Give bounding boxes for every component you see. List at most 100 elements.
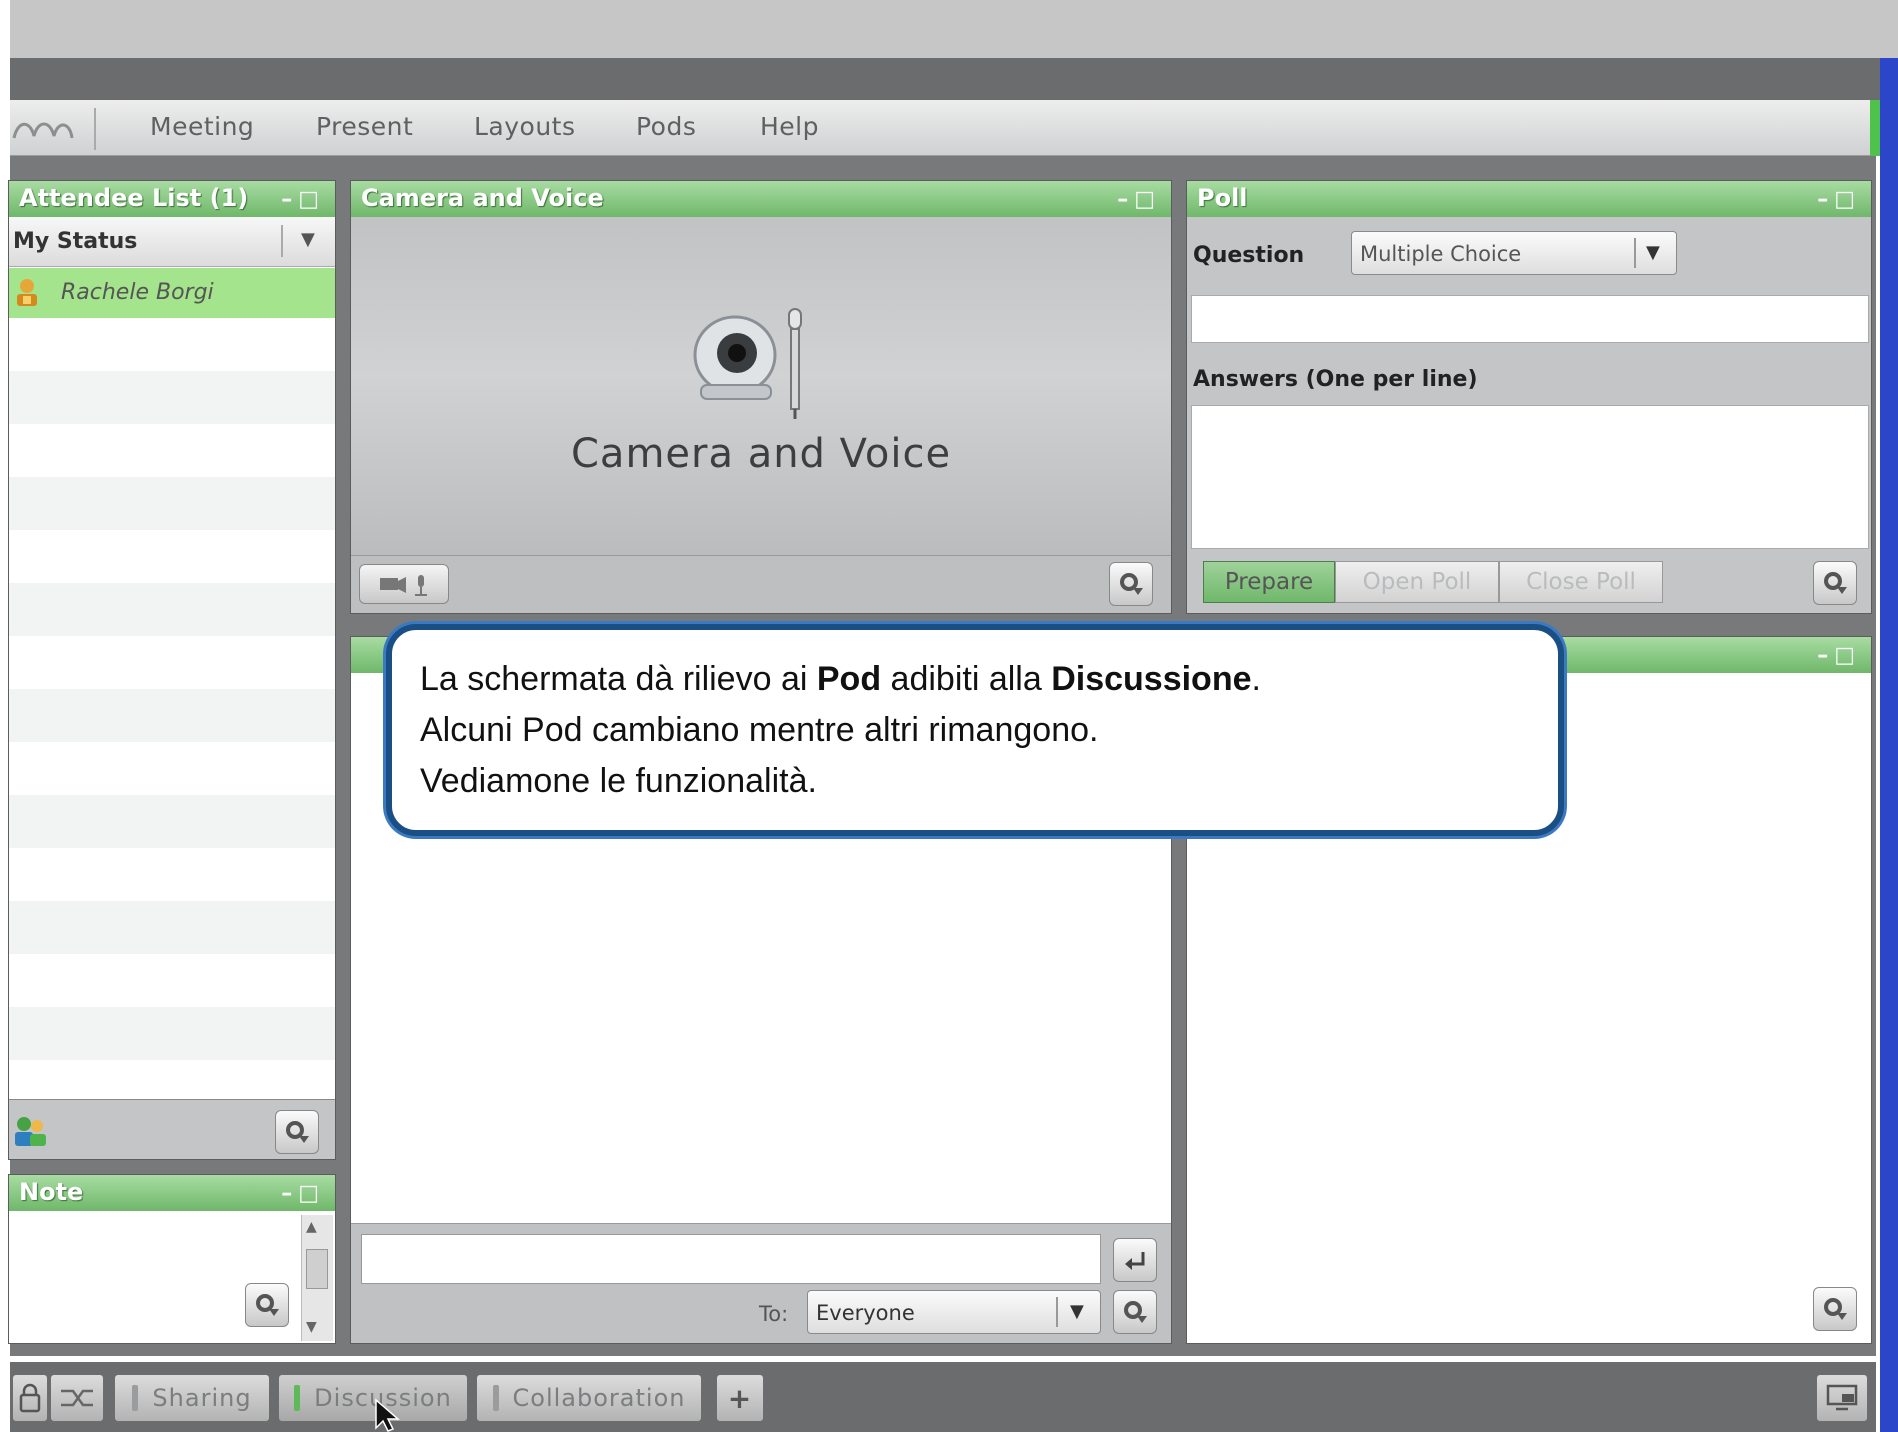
callout-pod-keyword: Pod bbox=[816, 660, 882, 698]
callout-line-2: Alcuni Pod cambiano mentre altri rimango… bbox=[420, 711, 1099, 749]
select-divider bbox=[1634, 238, 1636, 268]
poll-title-text: Poll bbox=[1197, 184, 1248, 212]
webcam-microphone-icon bbox=[683, 299, 813, 419]
chat-options-button[interactable] bbox=[1113, 1290, 1157, 1334]
camera-voice-title: Camera and Voice bbox=[351, 181, 1171, 217]
tab-sharing-label: Sharing bbox=[152, 1384, 252, 1412]
chat-footer: To: Everyone ▼ bbox=[351, 1223, 1171, 1343]
gear-icon bbox=[1120, 573, 1143, 595]
note-options-button[interactable] bbox=[245, 1283, 289, 1327]
send-message-button[interactable] bbox=[1113, 1238, 1157, 1282]
my-status-dropdown[interactable]: My Status ▼ bbox=[9, 217, 335, 267]
select-divider bbox=[1056, 1297, 1058, 1327]
list-item bbox=[9, 318, 335, 371]
tab-collaboration[interactable]: Collaboration bbox=[476, 1374, 702, 1422]
title-strip bbox=[10, 58, 1898, 100]
question-type-select[interactable]: Multiple Choice ▼ bbox=[1351, 231, 1677, 275]
lock-layout-button[interactable] bbox=[12, 1374, 48, 1422]
callout-text: La schermata dà rilievo ai Pod adibiti a… bbox=[420, 654, 1261, 807]
right-lower-window-controls[interactable]: –□ bbox=[1817, 643, 1861, 668]
gear-icon bbox=[256, 1294, 279, 1316]
tab-collaboration-label: Collaboration bbox=[512, 1384, 686, 1412]
callout-line-1-part-a: La schermata dà rilievo ai bbox=[420, 660, 817, 698]
attendee-list-pod: Attendee List (1) –□ My Status ▼ Rachele… bbox=[8, 180, 336, 1160]
callout-line-1-period: . bbox=[1251, 660, 1261, 698]
right-lower-options-button[interactable] bbox=[1813, 1287, 1857, 1331]
dropdown-divider bbox=[281, 225, 283, 257]
tab-discussion[interactable]: Discussion bbox=[278, 1374, 468, 1422]
add-layout-button[interactable]: + bbox=[716, 1374, 764, 1422]
list-item bbox=[9, 477, 335, 530]
question-input[interactable] bbox=[1191, 295, 1869, 343]
scroll-thumb[interactable] bbox=[306, 1249, 328, 1289]
camera-voice-window-controls[interactable]: –□ bbox=[1117, 187, 1161, 212]
camera-voice-footer bbox=[351, 555, 1171, 613]
list-item bbox=[9, 636, 335, 689]
my-status-label: My Status bbox=[13, 229, 138, 254]
tab-sharing-indicator bbox=[132, 1385, 139, 1411]
menu-bar bbox=[10, 100, 1876, 156]
window-top-bar bbox=[10, 0, 1898, 58]
poll-options-button[interactable] bbox=[1813, 561, 1857, 605]
gear-icon bbox=[286, 1121, 309, 1143]
answers-label: Answers (One per line) bbox=[1193, 367, 1478, 392]
recipient-select[interactable]: Everyone ▼ bbox=[807, 1290, 1101, 1334]
window-right-edge bbox=[1880, 58, 1898, 1432]
callout-line-1: La schermata dà rilievo ai Pod adibiti a… bbox=[420, 654, 1261, 705]
mouse-pointer bbox=[374, 1398, 404, 1432]
answers-textarea[interactable] bbox=[1191, 405, 1869, 549]
attendee-name: Rachele Borgi bbox=[61, 280, 214, 305]
attendee-options-button[interactable] bbox=[275, 1110, 319, 1154]
app-logo bbox=[10, 108, 96, 150]
note-title-text: Note bbox=[19, 1178, 84, 1206]
question-type-value: Multiple Choice bbox=[1360, 242, 1522, 266]
close-poll-button[interactable]: Close Poll bbox=[1499, 561, 1663, 603]
to-label: To: bbox=[759, 1302, 789, 1326]
list-item bbox=[9, 689, 335, 742]
start-camera-voice-button[interactable] bbox=[359, 564, 449, 604]
prepare-button[interactable]: Prepare bbox=[1203, 561, 1335, 603]
host-user-icon bbox=[11, 276, 43, 308]
attendee-list-window-controls[interactable]: –□ bbox=[281, 187, 325, 212]
chevron-down-icon: ▼ bbox=[1070, 1301, 1084, 1322]
poll-window-controls[interactable]: –□ bbox=[1817, 187, 1861, 212]
tab-discussion-indicator bbox=[294, 1385, 301, 1411]
attendee-list-title-text: Attendee List (1) bbox=[19, 184, 249, 212]
poll-title: Poll bbox=[1187, 181, 1871, 217]
note-window-controls[interactable]: –□ bbox=[281, 1181, 325, 1206]
chat-message-input[interactable] bbox=[361, 1234, 1101, 1284]
cursor-arrow-icon bbox=[375, 1398, 401, 1432]
note-pod: Note –□ ▲ ▼ bbox=[8, 1174, 336, 1344]
layout-manager-button[interactable] bbox=[50, 1374, 104, 1422]
menu-help[interactable]: Help bbox=[760, 112, 819, 144]
attendee-settings-people-icon[interactable] bbox=[11, 1112, 49, 1150]
scroll-up-icon[interactable]: ▲ bbox=[306, 1219, 317, 1235]
note-scrollbar[interactable]: ▲ ▼ bbox=[301, 1215, 333, 1341]
list-item bbox=[9, 954, 335, 1007]
menu-layouts[interactable]: Layouts bbox=[474, 112, 576, 144]
camera-voice-title-text: Camera and Voice bbox=[361, 184, 604, 212]
gear-icon bbox=[1824, 1298, 1847, 1320]
tab-sharing[interactable]: Sharing bbox=[114, 1374, 270, 1422]
list-item bbox=[9, 742, 335, 795]
callout-line-3: Vediamone le funzionalità. bbox=[420, 762, 817, 800]
list-item bbox=[9, 848, 335, 901]
menu-pods[interactable]: Pods bbox=[636, 112, 696, 144]
list-item bbox=[9, 583, 335, 636]
gear-icon bbox=[1124, 1301, 1147, 1323]
lock-icon bbox=[19, 1383, 41, 1413]
recipient-value: Everyone bbox=[816, 1301, 915, 1325]
camera-voice-pod: Camera and Voice –□ Camera and Voice bbox=[350, 180, 1172, 614]
scroll-down-icon[interactable]: ▼ bbox=[306, 1319, 317, 1335]
menu-meeting[interactable]: Meeting bbox=[150, 112, 254, 144]
adobe-connect-logo-icon bbox=[12, 122, 74, 139]
attendee-row-selected[interactable]: Rachele Borgi bbox=[9, 268, 335, 318]
menu-present[interactable]: Present bbox=[316, 112, 413, 144]
camera-voice-options-button[interactable] bbox=[1109, 562, 1153, 606]
tutorial-callout: La schermata dà rilievo ai Pod adibiti a… bbox=[386, 624, 1564, 836]
open-poll-button[interactable]: Open Poll bbox=[1335, 561, 1499, 603]
gear-icon bbox=[1824, 572, 1847, 594]
presenter-view-button[interactable] bbox=[1816, 1374, 1868, 1422]
callout-line-1-part-c: adibiti alla bbox=[881, 660, 1052, 698]
list-item bbox=[9, 1007, 335, 1060]
